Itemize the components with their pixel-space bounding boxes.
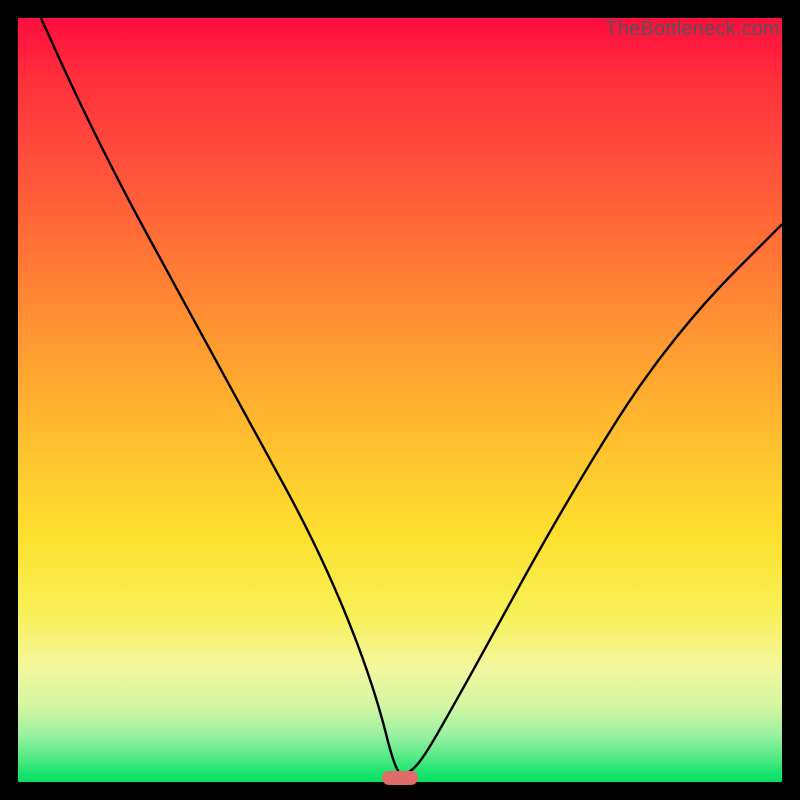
optimum-marker — [382, 771, 418, 785]
plot-area — [18, 18, 782, 782]
chart-frame: TheBottleneck.com — [0, 0, 800, 800]
curve-path — [41, 18, 782, 774]
attribution-text: TheBottleneck.com — [605, 18, 780, 41]
bottleneck-curve — [18, 18, 782, 782]
